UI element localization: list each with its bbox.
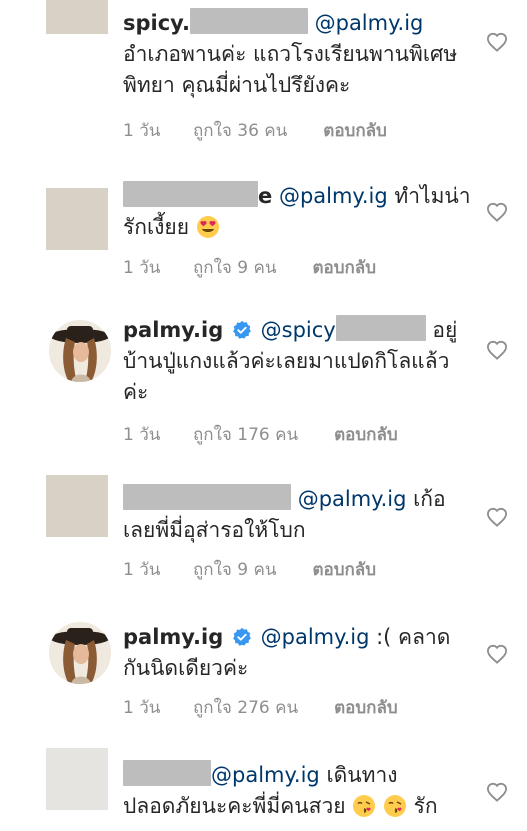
heart-icon[interactable] [486, 644, 508, 664]
comment-body: @palmy.ig เดินทางปลอดภัยนะคะพี่มี่คนสวย … [123, 760, 473, 822]
comment-username[interactable]: spicy. [123, 11, 190, 35]
reply-button[interactable]: ตอบกลับ [312, 254, 376, 281]
comment-meta: 1 วัน ถูกใจ 176 คน ตอบกลับ [123, 421, 398, 448]
comment-time: 1 วัน [123, 560, 161, 580]
verified-badge-icon [233, 320, 251, 339]
comment-meta: 1 วัน ถูกใจ 9 คน ตอบกลับ [123, 556, 376, 583]
kiss-emoji [353, 795, 376, 817]
comment-time: 1 วัน [123, 698, 161, 718]
kiss-emoji [383, 795, 406, 817]
comment-username[interactable]: palmy.ig [123, 625, 223, 649]
comment-meta: 1 วัน ถูกใจ 276 คน ตอบกลับ [123, 694, 398, 721]
comment-mention[interactable]: @palmy.ig [298, 487, 407, 511]
verified-badge-icon [233, 627, 251, 646]
redaction-block [189, 8, 308, 34]
comment-username[interactable]: palmy.ig [123, 318, 223, 342]
comment-mention[interactable]: @palmy.ig [261, 625, 370, 649]
heart-icon[interactable] [486, 202, 508, 222]
comment-likes[interactable]: ถูกใจ 9 คน [193, 254, 276, 281]
comment-mention[interactable]: @palmy.ig [211, 763, 320, 787]
reply-button[interactable]: ตอบกลับ [334, 694, 398, 721]
comment-mention[interactable]: @palmy.ig [315, 11, 424, 35]
comment-time: 1 วัน [123, 258, 161, 278]
avatar[interactable] [49, 622, 111, 684]
reply-button[interactable]: ตอบกลับ [323, 117, 387, 144]
profile-photo [49, 320, 111, 382]
redaction-block [335, 315, 426, 341]
comment-username[interactable]: e [258, 184, 272, 208]
reply-button[interactable]: ตอบกลับ [312, 556, 376, 583]
comment-meta: 1 วัน ถูกใจ 9 คน ตอบกลับ [123, 254, 376, 281]
comment-text: อำเภอพานค่ะ แถวโรงเรียนพานพิเศษพิทยา คุณ… [123, 42, 458, 97]
comment-text-2: รัก [413, 794, 438, 818]
avatar[interactable] [46, 0, 108, 34]
comment-time: 1 วัน [123, 121, 161, 141]
comment-likes[interactable]: ถูกใจ 176 คน [193, 421, 298, 448]
avatar[interactable] [46, 748, 108, 810]
heart-icon[interactable] [486, 507, 508, 527]
avatar[interactable] [46, 188, 108, 250]
avatar[interactable] [49, 320, 111, 382]
reply-button[interactable]: ตอบกลับ [334, 421, 398, 448]
heart-icon[interactable] [486, 782, 508, 802]
redaction-block [123, 760, 211, 786]
comment-time: 1 วัน [123, 425, 161, 445]
redaction-block [123, 181, 258, 207]
redaction-block [123, 484, 291, 510]
comment-likes[interactable]: ถูกใจ 276 คน [193, 694, 298, 721]
heart-icon[interactable] [486, 340, 508, 360]
comment-body: palmy.ig @spicy อยู่บ้านปู่แกงแล้วค่ะเลย… [123, 315, 473, 408]
comment-body: spicy. @palmy.ig อำเภอพานค่ะ แถวโรงเรียน… [123, 8, 473, 101]
comment-likes[interactable]: ถูกใจ 9 คน [193, 556, 276, 583]
comment-likes[interactable]: ถูกใจ 36 คน [193, 117, 287, 144]
comment-body: @palmy.ig เก้อเลยพี่มี่อุส่ารอให้โบก [123, 484, 473, 546]
comment-body: palmy.ig @palmy.ig :( คลาดกันนิดเดียวค่ะ [123, 622, 473, 684]
avatar[interactable] [46, 475, 108, 537]
comment-meta: 1 วัน ถูกใจ 36 คน ตอบกลับ [123, 117, 387, 144]
comment-mention[interactable]: @palmy.ig [279, 184, 388, 208]
comment-body: e @palmy.ig ทำไมน่ารักเงี้ยย [123, 181, 473, 243]
heart-icon[interactable] [486, 32, 508, 52]
heart-eyes-emoji [196, 216, 219, 238]
comment-mention[interactable]: @spicy [261, 318, 336, 342]
profile-photo [49, 622, 111, 684]
